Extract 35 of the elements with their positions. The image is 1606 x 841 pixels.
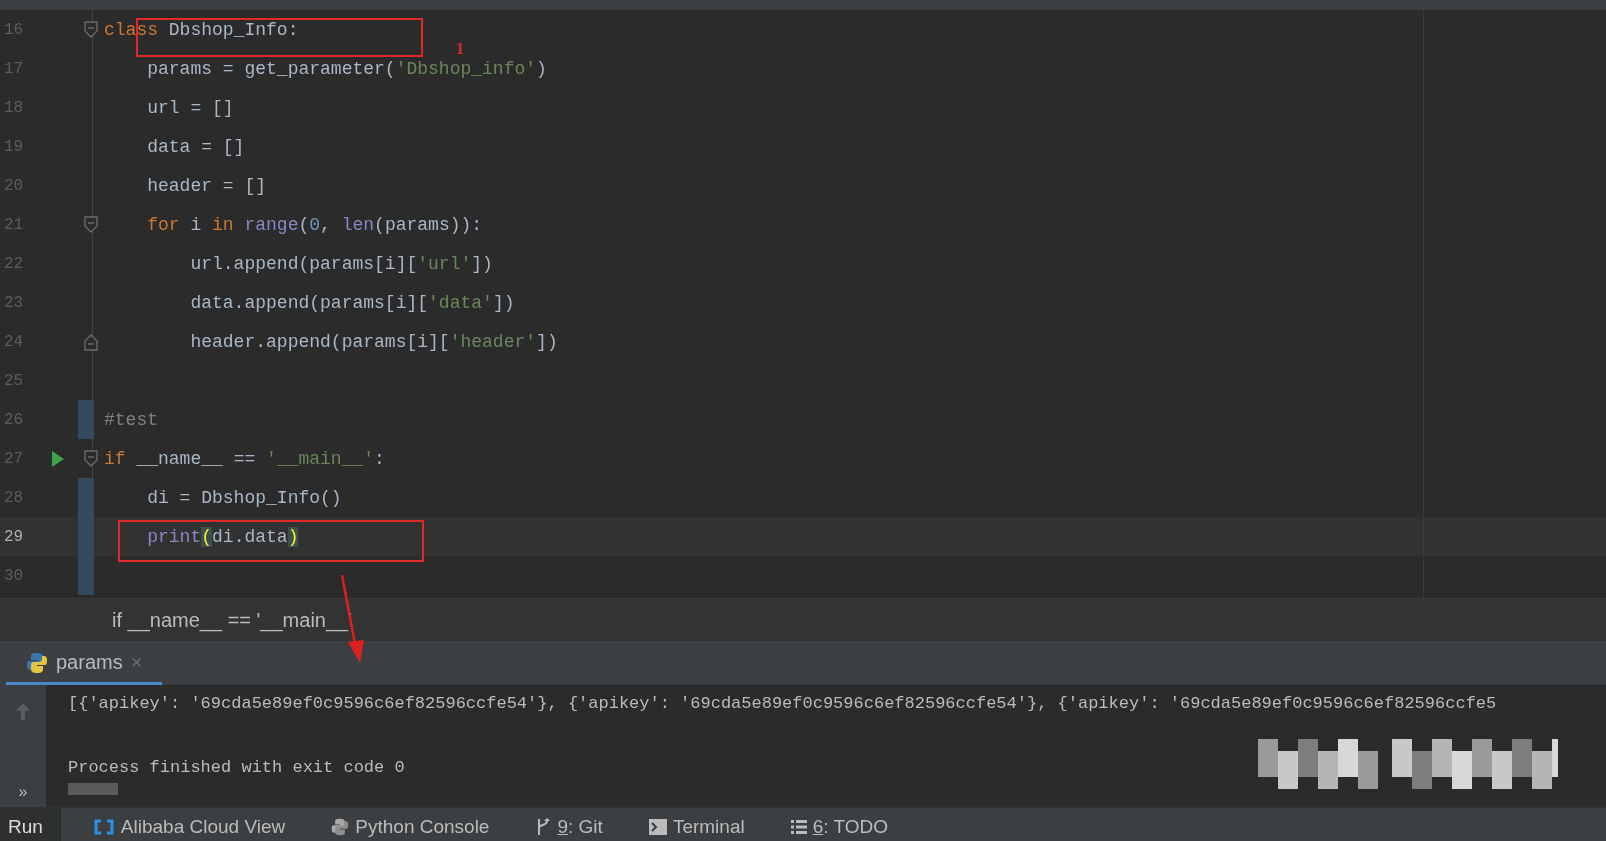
tool-window-button[interactable]: Terminal <box>634 808 759 841</box>
more-button[interactable]: » <box>18 783 28 801</box>
up-arrow-icon[interactable] <box>15 701 31 721</box>
fold-icon[interactable] <box>84 20 98 39</box>
code-line: params = get_parameter('Dbshop_info') <box>146 58 547 79</box>
tool-window-button[interactable]: Alibaba Cloud View <box>78 808 300 841</box>
tool-window-button[interactable]: Run <box>0 808 61 841</box>
code-line: url = [] <box>146 97 234 118</box>
tool-window-button[interactable]: 6: TODO <box>776 808 903 841</box>
branch-icon <box>535 817 552 836</box>
list-icon <box>790 819 807 834</box>
code-line: di = Dbshop_Info() <box>146 487 342 508</box>
terminal-icon <box>648 818 667 835</box>
code-line: header.append(params[i]['header']) <box>189 331 558 352</box>
console-output: [{'apikey': '69cda5e89ef0c9596c6ef82596ccfe54'}, {'apikey': '69cda5e89ef0c9596c6ef82596ccfe54'}, {'apikey': '69cda5e89ef0c9596c6ef82596ccfe5 <box>68 693 1497 715</box>
line-number: 29 <box>3 527 25 546</box>
code-line: print(di.data) <box>146 526 299 547</box>
tool-window-button[interactable]: 9: Git <box>521 808 617 841</box>
code-line: header = [] <box>146 175 267 196</box>
console-output: Process finished with exit code 0 <box>68 757 405 779</box>
fold-icon[interactable] <box>84 215 98 234</box>
code-line: url.append(params[i]['url']) <box>189 253 493 274</box>
code-line: #test <box>104 409 158 430</box>
scroll-thumb[interactable] <box>68 783 118 795</box>
tool-window-button[interactable]: Python Console <box>317 808 504 841</box>
code-line: data.append(params[i]['data']) <box>189 292 515 313</box>
annotation-label: 1 <box>456 40 464 58</box>
code-line: if __name__ == '__main__': <box>104 448 385 469</box>
python-icon <box>26 651 48 674</box>
python-icon <box>331 817 350 836</box>
run-icon[interactable] <box>51 449 65 468</box>
code-line: data = [] <box>146 136 245 157</box>
fold-icon[interactable] <box>84 332 98 351</box>
code-line: for i in range(0, len(params)): <box>146 214 483 235</box>
fold-icon[interactable] <box>84 449 98 468</box>
